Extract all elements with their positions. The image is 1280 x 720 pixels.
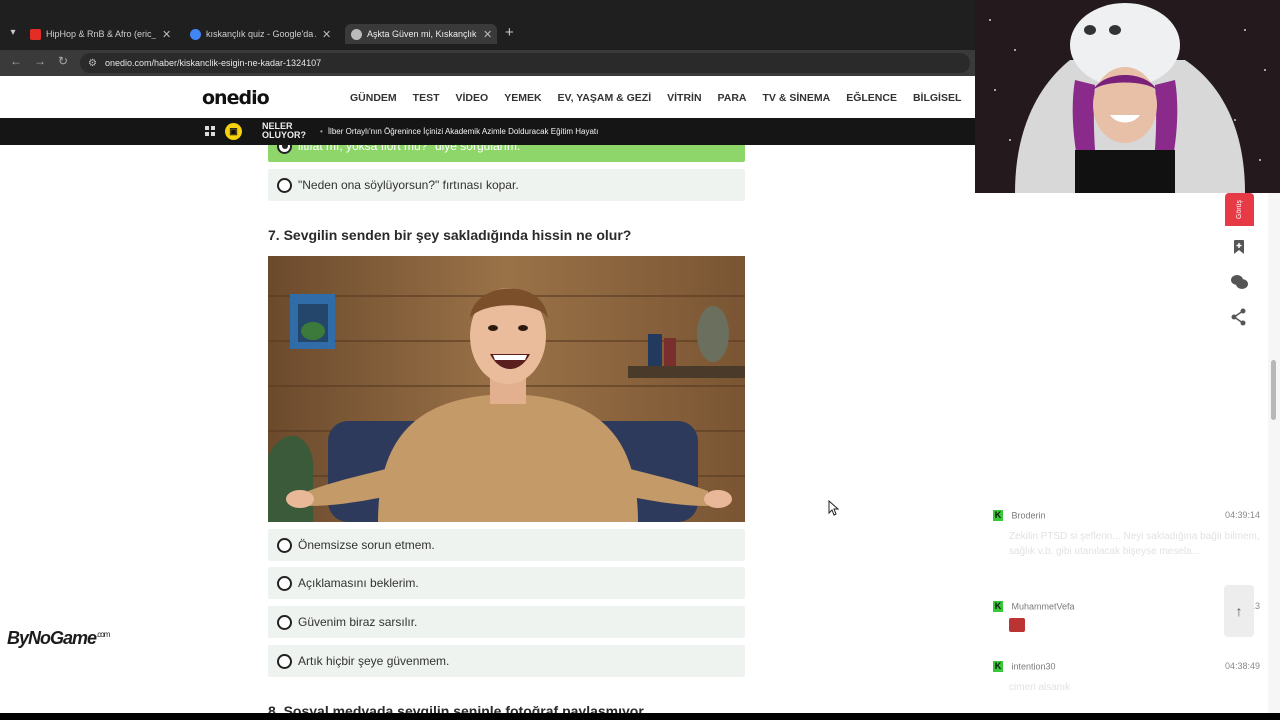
q7-option-1[interactable]: Önemsizse sorun etmem. — [268, 529, 745, 561]
chat-text: cimeri alsanık — [1009, 682, 1071, 694]
q7-option-3[interactable]: Güvenim biraz sarsılır. — [268, 606, 745, 638]
tab-google[interactable]: kıskançlık quiz - Google'da Ara ✕ — [190, 24, 340, 44]
site-info-icon[interactable]: ⚙ — [88, 58, 97, 69]
chat-message: K Broderin 04:39:14 Zekilin PTSD si şefl… — [993, 510, 1263, 559]
close-icon[interactable]: ✕ — [483, 28, 492, 41]
kick-icon: K — [993, 661, 1003, 673]
streamer-webcam — [975, 0, 1280, 193]
chat-username[interactable]: Broderin — [1012, 511, 1046, 521]
watermark-suffix: .com — [96, 630, 110, 639]
radio — [277, 653, 292, 669]
scrollbar-track[interactable] — [1268, 193, 1280, 720]
feedback-tab[interactable]: Görüş — [1225, 193, 1254, 226]
q7-option-4[interactable]: Artık hiçbir şeye güvenmem. — [268, 645, 745, 677]
chat-username[interactable]: intention30 — [1012, 662, 1056, 672]
mouse-cursor-icon — [828, 500, 840, 516]
neler-oluyor-label: NELER OLUYOR? — [262, 122, 306, 140]
nav-vitrin[interactable]: VİTRİN — [667, 92, 701, 104]
nav-ev-yasam[interactable]: EV, YAŞAM & GEZİ — [558, 92, 652, 104]
tab-title: Aşkta Güven mi, Kıskançlık mı B — [367, 29, 477, 39]
scroll-to-top-button[interactable]: ↑ — [1224, 585, 1254, 637]
neler-oluyor-icon[interactable]: ▣ — [225, 123, 242, 140]
screen: ▾ HipHop & RnB & Afro (eric_12) ✕ kıskan… — [0, 0, 1280, 720]
prev-option[interactable]: "Neden ona söylüyorsun?" fırtınası kopar… — [268, 169, 745, 201]
prev-selected-option[interactable]: iltifat mı, yoksa flört mü?" diye sorgul… — [268, 145, 745, 162]
ticker-headline[interactable]: İlber Ortaylı'nın Öğrenince İçinizi Akad… — [320, 127, 599, 136]
nav-gundem[interactable]: GÜNDEM — [350, 92, 397, 104]
comments-icon[interactable] — [1228, 271, 1250, 293]
radio-selected — [277, 145, 292, 154]
nav-test[interactable]: TEST — [413, 92, 440, 104]
watermark-brand: ByNoGame — [7, 628, 97, 648]
chat-message: K intention30 04:38:49 cimeri alsanık — [993, 661, 1263, 695]
news-ticker: ▣ NELER OLUYOR? İlber Ortaylı'nın Öğreni… — [0, 118, 975, 145]
man-shrugging-gif — [268, 256, 745, 522]
neler-line2: OLUYOR? — [262, 130, 306, 140]
chat-time: 04:38:49 — [1224, 661, 1260, 671]
option-text: iltifat mı, yoksa flört mü?" diye sorgul… — [298, 145, 521, 153]
nav-bilgisel[interactable]: BİLGİSEL — [913, 92, 961, 104]
tab-hiphop[interactable]: HipHop & RnB & Afro (eric_12) ✕ — [30, 24, 180, 44]
close-icon[interactable]: ✕ — [162, 28, 171, 41]
tab-onedio[interactable]: Aşkta Güven mi, Kıskançlık mı B ✕ — [345, 24, 497, 44]
close-icon[interactable]: ✕ — [322, 28, 331, 41]
nav-eglence[interactable]: EĞLENCE — [846, 92, 897, 104]
question-8-title: 8. Sosyal medyada sevgilin seninle fotoğ… — [268, 703, 655, 713]
address-bar[interactable]: ⚙ onedio.com/haber/kiskanclik-esigin-ne-… — [80, 53, 970, 73]
chat-time: 04:39:14 — [1224, 510, 1260, 520]
question-7-title: 7. Sevgilin senden bir şey sakladığında … — [268, 227, 632, 243]
forward-icon[interactable]: → — [34, 54, 46, 68]
onedio-logo[interactable]: onedio — [202, 87, 270, 109]
grid-icon[interactable] — [205, 126, 215, 136]
question-7-image — [268, 256, 745, 522]
radio — [277, 614, 292, 630]
option-text: Önemsizse sorun etmem. — [298, 538, 435, 552]
bottom-edge — [0, 713, 1280, 720]
nav-para[interactable]: PARA — [718, 92, 747, 104]
chat-username[interactable]: MuhammetVefa — [1012, 602, 1075, 612]
chat-message: K MuhammetVefa 04:39:13 — [993, 601, 1263, 637]
radio — [277, 575, 292, 591]
article-viewport: iltifat mı, yoksa flört mü?" diye sorgul… — [0, 145, 975, 713]
scrollbar-thumb[interactable] — [1271, 360, 1276, 420]
tab-search-icon[interactable]: ▾ — [4, 24, 22, 42]
option-text: "Neden ona söylüyorsun?" fırtınası kopar… — [298, 178, 519, 192]
new-tab-button[interactable]: + — [505, 24, 514, 42]
stream-watermark: ByNoGame.com — [7, 628, 110, 649]
radio — [277, 177, 292, 193]
bookmark-icon[interactable] — [1228, 236, 1250, 258]
nav-yemek[interactable]: YEMEK — [504, 92, 541, 104]
chat-text: Zekilin PTSD si şeflerin... Neyi sakladı… — [1009, 531, 1260, 558]
webcam-image — [975, 0, 1280, 193]
back-icon[interactable]: ← — [10, 54, 22, 68]
onedio-favicon — [351, 28, 362, 40]
main-nav: GÜNDEM TEST VİDEO YEMEK EV, YAŞAM & GEZİ… — [350, 92, 961, 104]
nav-tv-sinema[interactable]: TV & SİNEMA — [763, 92, 831, 104]
radio — [277, 537, 292, 553]
youtube-icon — [30, 28, 41, 40]
tab-title: HipHop & RnB & Afro (eric_12) — [46, 29, 156, 39]
option-text: Artık hiçbir şeye güvenmem. — [298, 654, 450, 668]
browser-toolbar: ← → ↻ ⚙ onedio.com/haber/kiskanclik-esig… — [0, 50, 975, 76]
kick-icon: K — [993, 510, 1003, 522]
share-icon[interactable] — [1228, 306, 1250, 328]
site-header: onedio GÜNDEM TEST VİDEO YEMEK EV, YAŞAM… — [0, 78, 975, 118]
q7-option-2[interactable]: Açıklamasını beklerim. — [268, 567, 745, 599]
kick-icon: K — [993, 601, 1003, 613]
reload-icon[interactable]: ↻ — [58, 54, 68, 68]
option-text: Açıklamasını beklerim. — [298, 576, 419, 590]
google-icon — [190, 28, 201, 40]
tab-title: kıskançlık quiz - Google'da Ara — [206, 29, 316, 39]
nav-video[interactable]: VİDEO — [456, 92, 489, 104]
option-text: Güvenim biraz sarsılır. — [298, 615, 418, 629]
url-text: onedio.com/haber/kiskanclik-esigin-ne-ka… — [104, 58, 322, 68]
emote-icon — [1009, 618, 1025, 633]
